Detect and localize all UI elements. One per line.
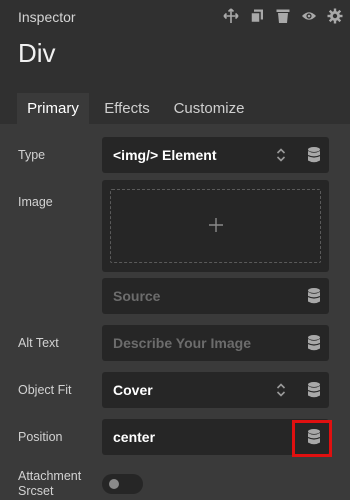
- type-value: <img/> Element: [113, 147, 217, 163]
- position-label: Position: [18, 430, 63, 444]
- tab-customize[interactable]: Customize: [167, 93, 251, 124]
- attachment-srcset-label: Attachment Srcset: [18, 469, 81, 499]
- alt-text-label: Alt Text: [18, 336, 59, 350]
- inspector-header: Inspector Div: [0, 0, 350, 95]
- panel-title: Inspector: [18, 9, 76, 25]
- attachment-srcset-label-line1: Attachment: [18, 469, 82, 483]
- gear-icon[interactable]: [326, 7, 344, 25]
- trash-icon[interactable]: [274, 7, 292, 25]
- highlight-box: [292, 420, 332, 457]
- image-label: Image: [18, 195, 53, 209]
- database-icon[interactable]: [306, 287, 322, 305]
- source-input[interactable]: Source: [102, 278, 329, 314]
- header-toolbar: [222, 7, 344, 25]
- object-fit-value: Cover: [113, 382, 153, 398]
- object-fit-select[interactable]: Cover: [102, 372, 329, 408]
- database-icon[interactable]: [306, 146, 322, 164]
- updown-chevron-icon: [275, 147, 287, 163]
- source-placeholder: Source: [113, 288, 161, 304]
- position-value: center: [113, 429, 156, 445]
- move-icon[interactable]: [222, 7, 240, 25]
- alt-text-placeholder: Describe Your Image: [113, 335, 251, 351]
- type-label: Type: [18, 148, 46, 162]
- attachment-srcset-toggle[interactable]: [102, 474, 143, 494]
- copy-icon[interactable]: [248, 7, 266, 25]
- updown-chevron-icon: [275, 382, 287, 398]
- tab-primary[interactable]: Primary: [17, 93, 89, 124]
- database-icon[interactable]: [306, 381, 322, 399]
- attachment-srcset-label-line2: Srcset: [18, 484, 54, 498]
- tab-bar: Primary Effects Customize: [0, 93, 350, 124]
- tab-effects[interactable]: Effects: [95, 93, 159, 124]
- plus-icon[interactable]: [208, 217, 224, 233]
- alt-text-input[interactable]: Describe Your Image: [102, 325, 329, 361]
- database-icon[interactable]: [306, 334, 322, 352]
- element-name: Div: [18, 38, 56, 68]
- toggle-knob: [109, 479, 119, 489]
- image-dropzone[interactable]: [102, 180, 329, 272]
- eye-icon[interactable]: [300, 7, 318, 25]
- type-select[interactable]: <img/> Element: [102, 137, 329, 173]
- object-fit-label: Object Fit: [18, 383, 72, 397]
